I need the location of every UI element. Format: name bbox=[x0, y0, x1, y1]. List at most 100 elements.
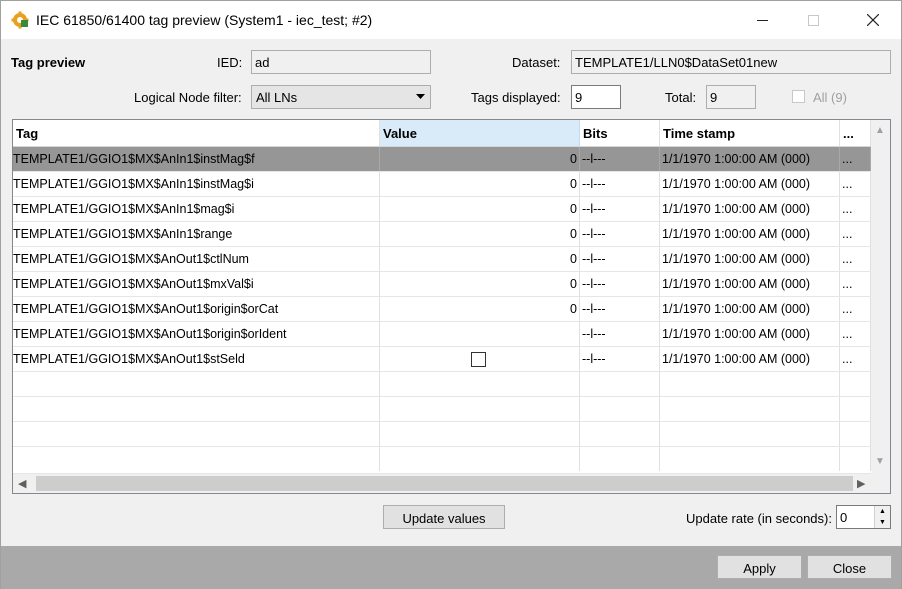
value-cell[interactable]: 0 bbox=[380, 147, 580, 171]
timestamp-cell: 1/1/1970 1:00:00 AM (000) bbox=[660, 197, 840, 221]
tags-displayed-label: Tags displayed: bbox=[471, 90, 561, 105]
table-row[interactable]: TEMPLATE1/GGIO1$MX$AnIn1$instMag$f 0 --l… bbox=[13, 147, 871, 172]
more-cell[interactable]: ... bbox=[840, 272, 871, 296]
value-cell[interactable]: 0 bbox=[380, 172, 580, 196]
value-cell[interactable]: 0 bbox=[380, 222, 580, 246]
timestamp-cell: 1/1/1970 1:00:00 AM (000) bbox=[660, 347, 840, 371]
table-row[interactable]: TEMPLATE1/GGIO1$MX$AnOut1$origin$orIdent… bbox=[13, 322, 871, 347]
more-cell[interactable]: ... bbox=[840, 347, 871, 371]
tag-cell: TEMPLATE1/GGIO1$MX$AnIn1$range bbox=[13, 222, 380, 246]
scroll-corner bbox=[871, 474, 890, 493]
tags-displayed-input[interactable]: 9 bbox=[571, 85, 621, 109]
ln-filter-dropdown[interactable]: All LNs bbox=[251, 85, 431, 109]
dataset-field: TEMPLATE1/LLN0$DataSet01new bbox=[571, 50, 891, 74]
value-checkbox[interactable] bbox=[471, 352, 486, 367]
timestamp-cell: 1/1/1970 1:00:00 AM (000) bbox=[660, 322, 840, 346]
horizontal-scrollbar[interactable]: ◀ ▶ bbox=[13, 474, 871, 493]
maximize-button[interactable] bbox=[790, 1, 836, 39]
empty-cell bbox=[580, 397, 660, 421]
empty-cell bbox=[13, 447, 380, 471]
footer-bar: Apply Close bbox=[1, 546, 901, 589]
bits-cell: --l--- bbox=[580, 297, 660, 321]
tag-cell: TEMPLATE1/GGIO1$MX$AnOut1$ctlNum bbox=[13, 247, 380, 271]
more-cell[interactable]: ... bbox=[840, 247, 871, 271]
more-cell[interactable]: ... bbox=[840, 172, 871, 196]
total-field: 9 bbox=[706, 85, 756, 109]
column-header-timestamp[interactable]: Time stamp bbox=[660, 120, 840, 146]
tag-cell: TEMPLATE1/GGIO1$MX$AnOut1$origin$orIdent bbox=[13, 322, 380, 346]
column-header-more[interactable]: ... bbox=[840, 120, 871, 146]
vertical-scrollbar[interactable]: ▲ ▼ bbox=[871, 120, 890, 474]
title-bar: IEC 61850/61400 tag preview (System1 - i… bbox=[1, 1, 901, 39]
empty-row bbox=[13, 447, 871, 474]
empty-row bbox=[13, 422, 871, 447]
tag-grid[interactable]: Tag Value Bits Time stamp ... TEMPLATE1/… bbox=[12, 119, 891, 494]
value-cell[interactable]: 0 bbox=[380, 197, 580, 221]
ied-field: ad bbox=[251, 50, 431, 74]
bits-cell: --l--- bbox=[580, 322, 660, 346]
ln-filter-value: All LNs bbox=[256, 90, 298, 105]
empty-cell bbox=[380, 397, 580, 421]
scrollbar-thumb[interactable] bbox=[36, 476, 853, 491]
empty-cell bbox=[840, 397, 871, 421]
empty-cell bbox=[13, 422, 380, 446]
table-row[interactable]: TEMPLATE1/GGIO1$MX$AnIn1$range 0 --l--- … bbox=[13, 222, 871, 247]
value-cell[interactable]: 0 bbox=[380, 272, 580, 296]
empty-cell bbox=[660, 447, 840, 471]
tag-cell: TEMPLATE1/GGIO1$MX$AnOut1$mxVal$i bbox=[13, 272, 380, 296]
dataset-label: Dataset: bbox=[512, 55, 561, 70]
scroll-right-icon[interactable]: ▶ bbox=[857, 477, 865, 490]
timestamp-cell: 1/1/1970 1:00:00 AM (000) bbox=[660, 172, 840, 196]
more-cell[interactable]: ... bbox=[840, 322, 871, 346]
window-title: IEC 61850/61400 tag preview (System1 - i… bbox=[36, 12, 373, 28]
apply-button[interactable]: Apply bbox=[717, 555, 802, 579]
total-label: Total: bbox=[665, 90, 697, 105]
ln-filter-label: Logical Node filter: bbox=[134, 90, 242, 105]
empty-cell bbox=[13, 397, 380, 421]
empty-cell bbox=[13, 372, 380, 396]
table-row[interactable]: TEMPLATE1/GGIO1$MX$AnIn1$instMag$i 0 --l… bbox=[13, 172, 871, 197]
table-row[interactable]: TEMPLATE1/GGIO1$MX$AnOut1$ctlNum 0 --l--… bbox=[13, 247, 871, 272]
close-window-button[interactable] bbox=[850, 1, 896, 39]
update-values-button[interactable]: Update values bbox=[383, 505, 505, 529]
table-row[interactable]: TEMPLATE1/GGIO1$MX$AnOut1$stSeld --l--- … bbox=[13, 347, 871, 372]
table-row[interactable]: TEMPLATE1/GGIO1$MX$AnOut1$mxVal$i 0 --l-… bbox=[13, 272, 871, 297]
bits-cell: --l--- bbox=[580, 222, 660, 246]
empty-cell bbox=[660, 397, 840, 421]
empty-cell bbox=[580, 372, 660, 396]
scroll-up-icon[interactable]: ▲ bbox=[875, 125, 885, 136]
empty-cell bbox=[380, 372, 580, 396]
more-cell[interactable]: ... bbox=[840, 222, 871, 246]
empty-cell bbox=[580, 447, 660, 471]
update-rate-label: Update rate (in seconds): bbox=[686, 511, 832, 526]
table-row[interactable]: TEMPLATE1/GGIO1$MX$AnIn1$mag$i 0 --l--- … bbox=[13, 197, 871, 222]
column-header-tag[interactable]: Tag bbox=[13, 120, 380, 146]
tag-cell: TEMPLATE1/GGIO1$MX$AnIn1$instMag$i bbox=[13, 172, 380, 196]
empty-cell bbox=[660, 422, 840, 446]
value-cell[interactable] bbox=[380, 322, 580, 346]
column-header-value[interactable]: Value bbox=[380, 120, 580, 146]
stepper-buttons[interactable]: ▲ ▼ bbox=[874, 506, 890, 528]
more-cell[interactable]: ... bbox=[840, 147, 871, 171]
update-rate-stepper[interactable]: 0 ▲ ▼ bbox=[836, 505, 891, 529]
scroll-left-icon[interactable]: ◀ bbox=[18, 477, 26, 490]
timestamp-cell: 1/1/1970 1:00:00 AM (000) bbox=[660, 247, 840, 271]
more-cell[interactable]: ... bbox=[840, 197, 871, 221]
more-cell[interactable]: ... bbox=[840, 297, 871, 321]
tag-cell: TEMPLATE1/GGIO1$MX$AnIn1$instMag$f bbox=[13, 147, 380, 171]
table-row[interactable]: TEMPLATE1/GGIO1$MX$AnOut1$origin$orCat 0… bbox=[13, 297, 871, 322]
timestamp-cell: 1/1/1970 1:00:00 AM (000) bbox=[660, 297, 840, 321]
value-cell[interactable] bbox=[380, 347, 580, 371]
value-cell[interactable]: 0 bbox=[380, 247, 580, 271]
decrement-icon[interactable]: ▼ bbox=[875, 517, 890, 528]
value-cell[interactable]: 0 bbox=[380, 297, 580, 321]
timestamp-cell: 1/1/1970 1:00:00 AM (000) bbox=[660, 147, 840, 171]
increment-icon[interactable]: ▲ bbox=[875, 506, 890, 517]
close-button[interactable]: Close bbox=[807, 555, 892, 579]
empty-cell bbox=[660, 372, 840, 396]
scroll-down-icon[interactable]: ▼ bbox=[875, 456, 885, 467]
update-rate-value: 0 bbox=[840, 510, 848, 525]
column-header-bits[interactable]: Bits bbox=[580, 120, 660, 146]
all-checkbox[interactable] bbox=[792, 90, 805, 103]
minimize-button[interactable] bbox=[739, 1, 785, 39]
